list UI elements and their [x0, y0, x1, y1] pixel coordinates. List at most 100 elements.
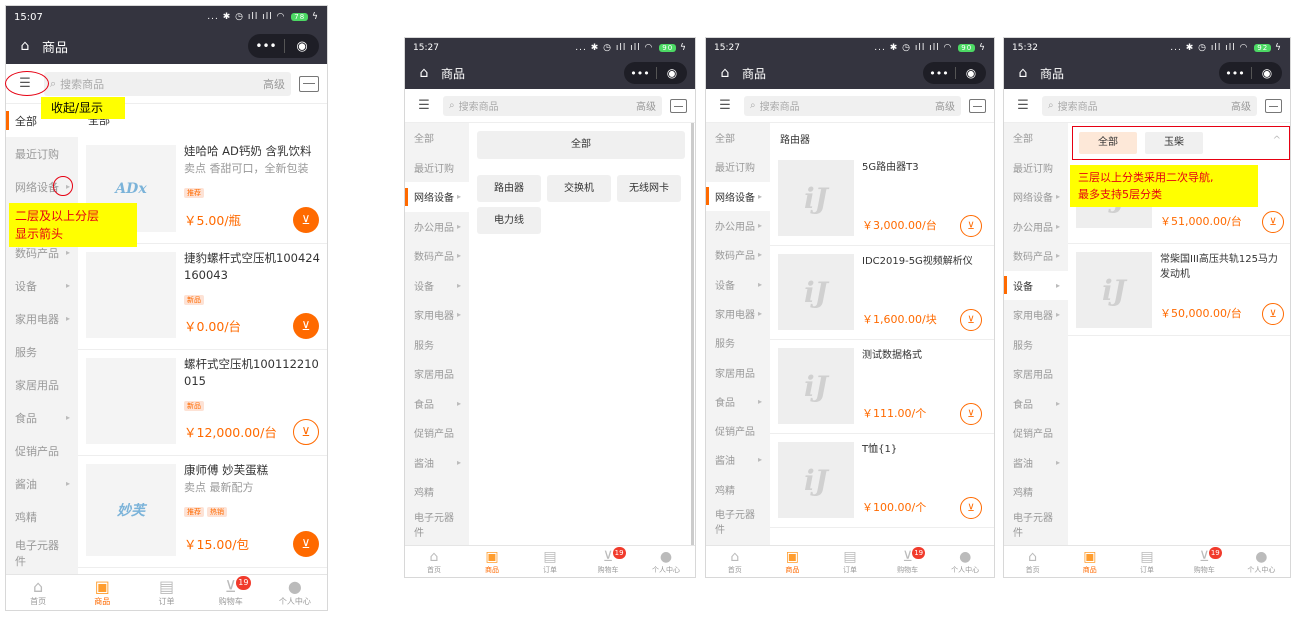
category-item[interactable]: 促销产品	[405, 418, 469, 448]
product-card[interactable]: iJ 常柴国III高压共轨125马力发动机 ￥50,000.00/台 ⊻	[1068, 244, 1290, 336]
category-item[interactable]: 家居用品	[6, 368, 78, 401]
category-item[interactable]: 办公用品▸	[1004, 212, 1068, 242]
category-item[interactable]: 服务	[405, 330, 469, 360]
product-card[interactable]: 妙芙 康师傅 妙芙蛋糕 卖点 最新配方 推荐 热销 ￥15.00/包 ⊻	[78, 456, 327, 568]
home-icon[interactable]: ⌂	[14, 38, 36, 54]
category-item[interactable]: 鸡精	[6, 500, 78, 533]
category-item[interactable]: 办公用品▸	[706, 211, 770, 240]
search-input[interactable]: 搜索商品	[60, 76, 263, 92]
tab-user[interactable]: ● 个人中心	[936, 546, 994, 577]
more-icon[interactable]: •••	[1219, 67, 1251, 80]
tab-home[interactable]: ⌂ 首页	[1004, 546, 1061, 577]
category-item[interactable]: 服务	[1004, 330, 1068, 360]
add-to-cart-button[interactable]: ⊻	[960, 497, 982, 519]
product-card[interactable]: iJ T恤{1} ￥100.00/个 ⊻	[770, 434, 994, 528]
close-target-icon[interactable]: ◉	[956, 66, 986, 80]
category-item[interactable]: 设备 ▸	[6, 269, 78, 302]
more-icon[interactable]: •••	[248, 39, 284, 53]
category-item[interactable]: 数码产品 ▸	[706, 240, 770, 269]
category-item[interactable]: 家居用品	[1004, 359, 1068, 389]
category-item[interactable]: 鸡精	[706, 475, 770, 504]
subcategory-chip[interactable]: 路由器	[477, 175, 541, 202]
category-item[interactable]: 数码产品 ▸	[405, 241, 469, 271]
advanced-search-link[interactable]: 高级	[1231, 98, 1251, 113]
scan-icon[interactable]	[969, 98, 986, 113]
product-card[interactable]: 捷豹螺杆式空压机100424160043 新品 ￥0.00/台 ⊻	[78, 244, 327, 350]
category-item[interactable]: 家居用品	[706, 357, 770, 386]
category-item[interactable]: 鸡精	[1004, 477, 1068, 507]
category-item[interactable]: 电子元器件	[1004, 507, 1068, 545]
add-to-cart-button[interactable]: ⊻	[293, 531, 319, 557]
scan-icon[interactable]	[670, 98, 687, 113]
category-item[interactable]: 网络设备 ▸	[405, 182, 469, 212]
chevron-up-icon[interactable]: ^	[1273, 135, 1281, 146]
category-item[interactable]: 设备 ▸	[1004, 270, 1068, 300]
category-item[interactable]: 设备 ▸	[706, 269, 770, 298]
tab-clipboard[interactable]: ▤ 订单	[134, 575, 198, 610]
category-item[interactable]: 家用电器 ▸	[1004, 300, 1068, 330]
category-item[interactable]: 酱油 ▸	[706, 445, 770, 474]
search-box[interactable]: ⌕ 搜索商品 高级	[744, 95, 961, 116]
tab-home[interactable]: ⌂ 首页	[6, 575, 70, 610]
subcategory-chip[interactable]: 交换机	[547, 175, 611, 202]
subcategory-all-button[interactable]: 全部	[477, 131, 685, 159]
search-input[interactable]: 搜索商品	[459, 98, 636, 113]
close-target-icon[interactable]: ◉	[285, 39, 319, 54]
tab-cart[interactable]: ⊻ 购物车 19	[879, 546, 937, 577]
home-icon[interactable]: ⌂	[1012, 65, 1034, 81]
close-target-icon[interactable]: ◉	[1252, 66, 1282, 80]
close-target-icon[interactable]: ◉	[657, 66, 687, 80]
category-item[interactable]: 酱油 ▸	[6, 467, 78, 500]
category-item[interactable]: 服务	[6, 335, 78, 368]
menu-list-icon[interactable]: ☰	[714, 98, 736, 113]
tab-bag[interactable]: ▣ 商品	[463, 546, 521, 577]
search-input[interactable]: 搜索商品	[1058, 98, 1231, 113]
category-item[interactable]: 设备 ▸	[405, 271, 469, 301]
tab-clipboard[interactable]: ▤ 订单	[821, 546, 879, 577]
menu-list-icon[interactable]: ☰	[413, 98, 435, 113]
tab-user[interactable]: ● 个人中心	[637, 546, 695, 577]
subcategory-chip[interactable]: 无线网卡	[617, 175, 681, 202]
category-item[interactable]: 食品 ▸	[405, 389, 469, 419]
tab-cart[interactable]: ⊻ 购物车 19	[579, 546, 637, 577]
tab-bag[interactable]: ▣ 商品	[70, 575, 134, 610]
menu-list-icon[interactable]: ☰	[1012, 98, 1034, 113]
category-item[interactable]: 网络设备 ▸	[1004, 182, 1068, 212]
tab-cart[interactable]: ⊻ 购物车 19	[1176, 546, 1233, 577]
tab-bag[interactable]: ▣ 商品	[764, 546, 822, 577]
add-to-cart-button[interactable]: ⊻	[293, 313, 319, 339]
home-icon[interactable]: ⌂	[714, 65, 736, 81]
category-item[interactable]: 数码产品 ▸	[1004, 241, 1068, 271]
tab-home[interactable]: ⌂ 首页	[405, 546, 463, 577]
tab-cart[interactable]: ⊻ 购物车 19	[199, 575, 263, 610]
category-item[interactable]: 家用电器 ▸	[706, 299, 770, 328]
category-item[interactable]: 电子元器件	[405, 507, 469, 545]
advanced-search-link[interactable]: 高级	[263, 76, 285, 92]
search-box[interactable]: ⌕ 搜索商品 高级	[443, 95, 662, 116]
subcategory-chip[interactable]: 电力线	[477, 207, 541, 234]
category-item[interactable]: 家用电器 ▸	[6, 302, 78, 335]
secondary-nav-tab[interactable]: 全部	[1079, 132, 1137, 154]
scrollbar[interactable]	[691, 123, 694, 545]
category-item[interactable]: 网络设备 ▸	[706, 181, 770, 211]
category-item[interactable]: 电子元器件	[706, 504, 770, 542]
category-item[interactable]: 最近订购	[706, 152, 770, 181]
advanced-search-link[interactable]: 高级	[636, 98, 656, 113]
add-to-cart-button[interactable]: ⊻	[293, 419, 319, 445]
search-box[interactable]: ⌕ 搜索商品 高级	[1042, 95, 1257, 116]
search-box[interactable]: ⌕ 搜索商品 高级	[44, 71, 291, 96]
product-card[interactable]: 螺杆式空压机100112210015 新品 ￥12,000.00/台 ⊻	[78, 350, 327, 456]
scan-icon[interactable]	[1265, 98, 1282, 113]
category-item[interactable]: 办公用品▸	[405, 212, 469, 242]
category-item[interactable]: 酱油 ▸	[405, 448, 469, 478]
category-item[interactable]: 最近订购	[1004, 153, 1068, 183]
tab-user[interactable]: ● 个人中心	[1233, 546, 1290, 577]
more-icon[interactable]: •••	[923, 67, 955, 80]
add-to-cart-button[interactable]: ⊻	[293, 207, 319, 233]
category-item[interactable]: 酱油 ▸	[1004, 448, 1068, 478]
search-input[interactable]: 搜索商品	[760, 98, 935, 113]
category-item[interactable]: 电子元器件	[6, 533, 78, 576]
advanced-search-link[interactable]: 高级	[935, 98, 955, 113]
category-item[interactable]: 家居用品	[405, 359, 469, 389]
product-card[interactable]: iJ 5G路由器T3 ￥3,000.00/台 ⊻	[770, 152, 994, 246]
